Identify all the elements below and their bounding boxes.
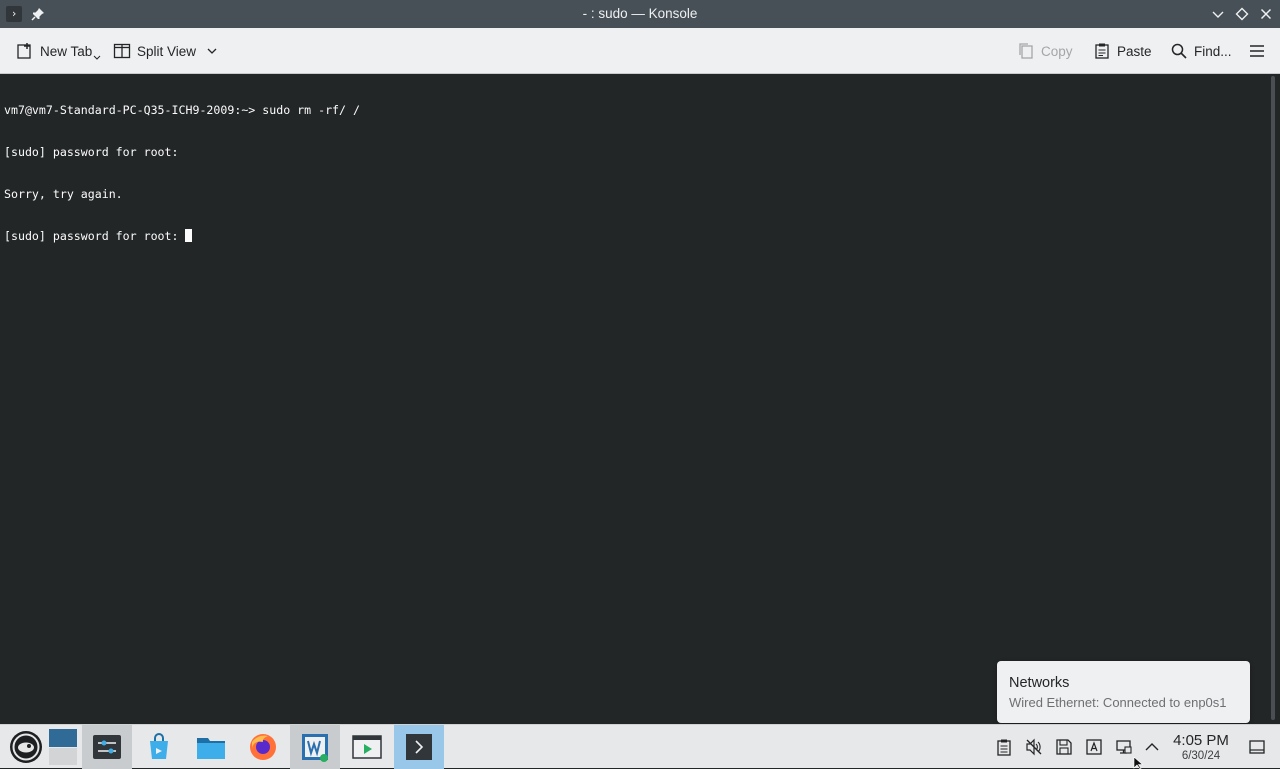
new-tab-icon [17,43,31,59]
application-launcher[interactable] [2,725,50,769]
notification-title: Networks [1009,675,1070,691]
scrollbar-thumb[interactable] [1271,76,1275,720]
copy-label: Copy [1041,43,1073,59]
opensuse-logo-icon [10,731,42,763]
taskbar-firefox[interactable] [238,725,288,769]
pager-icon [49,729,77,765]
split-view-icon [113,43,131,59]
taskbar-media-player[interactable] [342,725,392,769]
video-player-icon [352,735,382,759]
terminal-scrollbar[interactable] [1266,74,1280,724]
notification-body: Wired Ethernet: Connected to enp0s1 [1009,695,1227,710]
split-view-label: Split View [137,43,197,59]
firefox-icon [250,734,276,760]
konsole-icon [406,734,432,760]
text-cursor [185,229,193,242]
terminal-prompt-line: [sudo] password for root: [4,229,1266,243]
virtualbox-icon [302,734,328,762]
paste-button[interactable]: Paste [1093,28,1152,74]
paste-label: Paste [1117,43,1152,59]
digital-clock[interactable]: 4:05 PM 6/30/24 [1166,732,1236,763]
minimize-icon[interactable] [1210,6,1226,22]
paste-icon [1095,43,1109,59]
show-desktop-icon[interactable] [1248,738,1266,756]
copy-button[interactable]: Copy [1017,28,1073,74]
clock-date: 6/30/24 [1181,750,1221,762]
settings-icon [93,735,121,759]
terminal-line: [sudo] password for root: [4,229,186,243]
taskbar-konsole[interactable] [394,725,444,769]
window-title: - : sudo — Konsole [582,6,698,21]
main-menu-button[interactable] [1248,28,1272,74]
taskbar-virtualbox[interactable] [290,725,340,769]
maximize-icon[interactable] [1234,6,1250,22]
search-icon [1171,43,1187,59]
chevron-down-icon [93,55,101,60]
terminal-line: [sudo] password for root: [4,145,179,159]
close-icon[interactable] [1258,6,1274,22]
folder-icon [197,738,225,759]
new-tab-label: New Tab [40,43,93,59]
taskbar-file-manager[interactable] [186,725,236,769]
find-button[interactable]: Find... [1170,28,1232,74]
taskbar-discover[interactable] [134,725,184,769]
chevron-down-icon[interactable] [206,45,218,57]
tray-expand-icon[interactable] [1143,738,1161,756]
network-wired-icon[interactable] [1115,738,1133,756]
desktop-pager[interactable] [46,725,80,769]
new-tab-button[interactable]: New Tab [16,28,101,74]
hamburger-menu-icon [1250,45,1264,57]
terminal-line: Sorry, try again. [4,187,123,201]
find-label: Find... [1194,43,1232,59]
disk-icon[interactable] [1055,738,1073,756]
network-notification[interactable]: Networks Wired Ethernet: Connected to en… [997,661,1250,723]
terminal-output[interactable]: vm7@vm7-Standard-PC-Q35-ICH9-2009:~> sud… [0,74,1266,724]
mouse-cursor-icon [1133,757,1144,769]
terminal-line: vm7@vm7-Standard-PC-Q35-ICH9-2009:~> sud… [4,103,360,117]
volume-muted-icon[interactable] [1025,738,1043,756]
discover-icon [150,733,168,759]
konsole-toolbar: New Tab Split View Copy Paste Find... [0,28,1280,74]
window-titlebar[interactable]: › - : sudo — Konsole [0,0,1280,28]
input-method-icon[interactable] [1085,738,1103,756]
taskbar: 4:05 PM 6/30/24 [0,724,1280,769]
split-view-button[interactable]: Split View [113,28,224,74]
clipboard-icon[interactable] [995,738,1013,756]
copy-icon [1019,43,1033,59]
taskbar-system-settings[interactable] [82,725,132,769]
clock-time: 4:05 PM [1173,732,1229,749]
